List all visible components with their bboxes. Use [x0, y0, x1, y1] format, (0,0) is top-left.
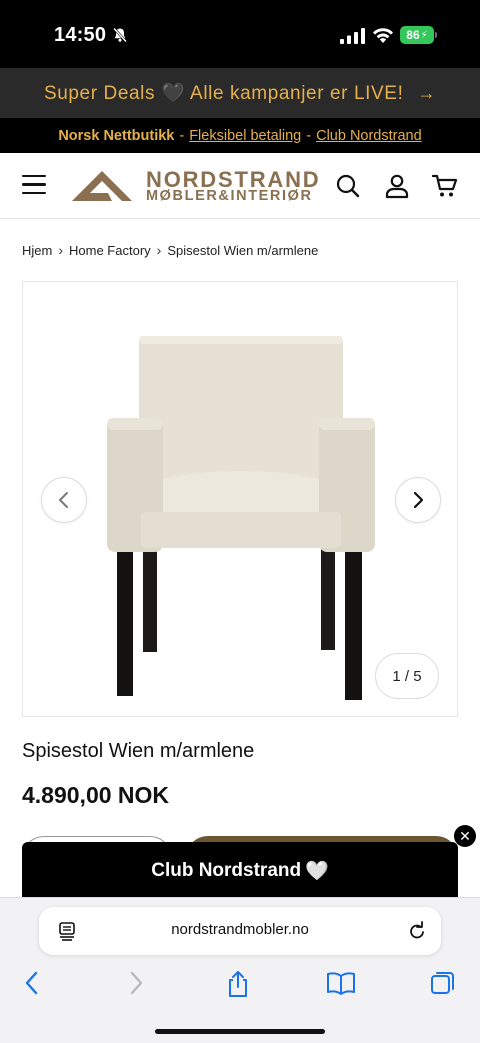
- share-icon[interactable]: [225, 970, 251, 998]
- payment-link[interactable]: Fleksibel betaling: [189, 128, 301, 144]
- promo-text: Super Deals 🖤 Alle kampanjer er LIVE!: [43, 83, 404, 104]
- logo-text-secondary: MØBLER&INTERIØR: [146, 188, 313, 204]
- product-image: [107, 336, 375, 700]
- account-icon[interactable]: [384, 173, 410, 199]
- club-banner[interactable]: Club Nordstrand 🤍: [22, 842, 458, 900]
- forward-icon[interactable]: [126, 970, 146, 996]
- battery-tip: [435, 32, 437, 38]
- product-title: Spisestol Wien m/armlene: [22, 740, 255, 762]
- cart-icon[interactable]: [432, 173, 458, 199]
- product-gallery[interactable]: 1 / 5: [22, 281, 458, 717]
- reload-icon[interactable]: [407, 920, 427, 942]
- gallery-counter: 1 / 5: [375, 653, 439, 699]
- breadcrumb-current: Spisestol Wien m/armlene: [167, 242, 319, 258]
- breadcrumb-category[interactable]: Home Factory: [69, 243, 151, 258]
- separator: -: [306, 127, 312, 144]
- home-indicator: [155, 1029, 325, 1034]
- gallery-next-button[interactable]: [395, 477, 441, 523]
- bookmarks-icon[interactable]: [326, 970, 356, 996]
- close-icon[interactable]: ✕: [454, 825, 476, 847]
- browser-toolbar: nordstrandmobler.no: [0, 897, 480, 1043]
- status-bar: 14:50 86 ⚡: [0, 0, 480, 68]
- battery-level: 86: [406, 28, 420, 42]
- club-banner-label: Club Nordstrand: [151, 860, 302, 881]
- cellular-signal-icon: [340, 28, 365, 44]
- bell-muted-icon: [113, 27, 127, 43]
- back-icon[interactable]: [22, 970, 42, 996]
- wifi-icon: [373, 28, 393, 43]
- club-link[interactable]: Club Nordstrand: [316, 128, 422, 144]
- breadcrumb: Hjem › Home Factory › Spisestol Wien m/a…: [22, 242, 318, 258]
- gallery-prev-button[interactable]: [41, 477, 87, 523]
- url-text: nordstrandmobler.no: [171, 921, 309, 938]
- search-icon[interactable]: [335, 173, 361, 199]
- tabs-icon[interactable]: [430, 970, 456, 996]
- logo-mark-icon: [72, 171, 132, 201]
- store-label: Norsk Nettbutikk: [58, 127, 175, 144]
- heart-icon: 🤍: [305, 861, 329, 882]
- promo-banner[interactable]: Super Deals 🖤 Alle kampanjer er LIVE! →: [0, 68, 480, 118]
- status-time: 14:50: [54, 24, 107, 46]
- browser-nav: [0, 970, 480, 1000]
- site-header: NORDSTRAND MØBLER&INTERIØR: [0, 153, 480, 219]
- chevron-right-icon: ›: [58, 242, 64, 258]
- info-bar: Norsk Nettbutikk - Fleksibel betaling - …: [0, 118, 480, 153]
- chevron-left-icon: [59, 492, 68, 508]
- breadcrumb-home[interactable]: Hjem: [22, 243, 52, 258]
- chevron-right-icon: ›: [156, 242, 162, 258]
- hamburger-menu-icon[interactable]: [22, 175, 46, 195]
- arrow-right-icon: →: [417, 82, 437, 103]
- charging-bolt-icon: ⚡: [420, 29, 428, 41]
- address-bar[interactable]: nordstrandmobler.no: [39, 907, 441, 955]
- separator: -: [179, 127, 185, 144]
- chevron-right-icon: [413, 491, 424, 509]
- battery-indicator: 86 ⚡: [400, 26, 434, 44]
- product-price: 4.890,00 NOK: [22, 782, 170, 808]
- site-logo[interactable]: NORDSTRAND MØBLER&INTERIØR: [72, 167, 328, 205]
